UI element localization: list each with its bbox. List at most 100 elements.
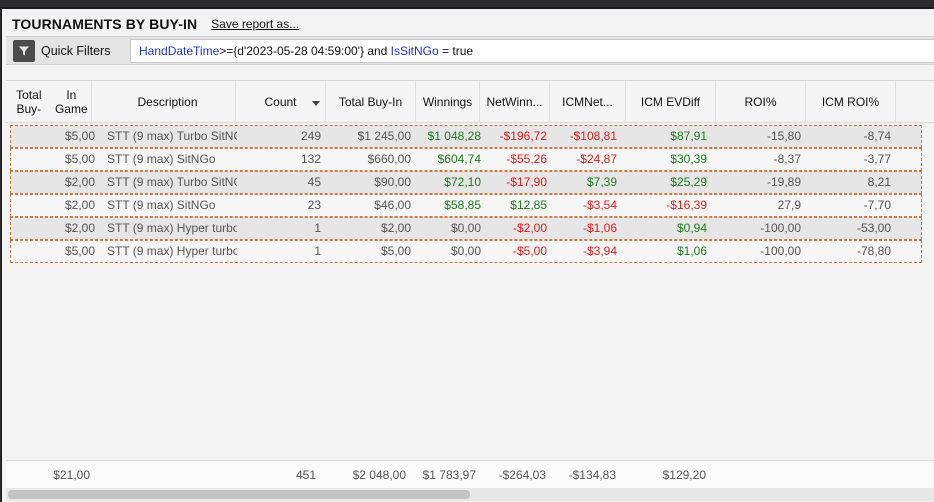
count-cell: 1 bbox=[314, 221, 321, 235]
col-total-buyin-game-header-line: In Game bbox=[54, 88, 88, 116]
col-icm-net-header-line: Net... bbox=[584, 95, 613, 109]
roi-cell: -100,00 bbox=[760, 244, 801, 258]
col-winnings-header-line: Winnin bbox=[422, 95, 460, 109]
roi-cell: 27,9 bbox=[777, 198, 801, 212]
count-cell: 1 bbox=[314, 244, 321, 258]
table-row[interactable]: $2,00 STT (9 max) Hyper turbo 1 $2,00 $0,00 -… bbox=[10, 217, 922, 240]
total-total-buyin-cell: $2 048,00 bbox=[352, 468, 406, 482]
icm-roi-cell: -78,80 bbox=[856, 244, 891, 258]
icm-ev-diff-cell: $30,39 bbox=[670, 152, 707, 166]
net-winnings-cell: $12,85 bbox=[510, 198, 547, 212]
total-count-cell: 451 bbox=[295, 468, 316, 482]
col-total-buyin-game-header-line: Total Buy- bbox=[16, 88, 42, 116]
query-keyword: HandDateTime bbox=[139, 44, 220, 58]
winnings-cell: $58,85 bbox=[444, 198, 481, 212]
icm-roi-cell: -53,00 bbox=[856, 221, 891, 235]
icm-roi-cell: 8,21 bbox=[867, 175, 891, 189]
icm-roi-cell: -8,74 bbox=[863, 129, 891, 143]
col-total-buyin-header[interactable]: Total Buy- In bbox=[326, 81, 416, 123]
col-roi-header-line: ROI% bbox=[744, 95, 777, 109]
icm-net-cell: -$3,54 bbox=[582, 198, 617, 212]
total-icm-net-cell: -$134,83 bbox=[568, 468, 616, 482]
col-total-buyin-header-line: Total Buy- bbox=[338, 95, 393, 109]
query-text: >={d'2023-05-28 04:59:00'} and bbox=[219, 44, 391, 58]
col-icm-ev-diff-header[interactable]: ICM EV Diff bbox=[626, 81, 716, 123]
description-cell: STT (9 max) SitNGo bbox=[107, 198, 216, 212]
total-net-cell: -$264,03 bbox=[498, 468, 546, 482]
quick-filters-bar: Quick Filters HandDateTime>={d'2023-05-2… bbox=[6, 36, 934, 65]
count-cell: 45 bbox=[307, 175, 321, 189]
total-buyin-cell: $660,00 bbox=[367, 152, 411, 166]
total-buyin-cell: $46,00 bbox=[374, 198, 411, 212]
net-winnings-cell: -$196,72 bbox=[499, 129, 547, 143]
icm-net-cell: -$3,94 bbox=[582, 244, 617, 258]
col-total-buyin-game-header[interactable]: Total Buy- In Game bbox=[6, 81, 92, 123]
icm-ev-diff-cell: $87,91 bbox=[670, 129, 707, 143]
roi-cell: -8,37 bbox=[773, 152, 801, 166]
description-cell: STT (9 max) Hyper turbo bbox=[107, 244, 237, 258]
col-total-buyin-header-line: In bbox=[392, 95, 403, 109]
col-icm-ev-diff-header-line: Diff bbox=[682, 95, 701, 109]
icm-net-cell: -$24,87 bbox=[576, 152, 617, 166]
scrollbar-thumb[interactable] bbox=[8, 490, 470, 499]
report-header: TOURNAMENTS BY BUY-IN Save report as... bbox=[12, 14, 299, 34]
query-text: = true bbox=[438, 44, 474, 58]
filter-query-input[interactable]: HandDateTime>={d'2023-05-28 04:59:00'} a… bbox=[130, 39, 934, 63]
buyin-game-cell: $2,00 bbox=[64, 198, 95, 212]
total-buyin-cell: $5,00 bbox=[380, 244, 411, 258]
funnel-icon-glyph bbox=[19, 46, 29, 56]
roi-cell: -15,80 bbox=[766, 129, 801, 143]
icm-ev-diff-cell: $0,94 bbox=[676, 221, 707, 235]
col-count-header-line: Count bbox=[264, 95, 297, 109]
icm-net-cell: -$1,06 bbox=[582, 221, 617, 235]
description-cell: STT (9 max) SitNGo bbox=[107, 152, 216, 166]
buyin-game-cell: $2,00 bbox=[64, 221, 95, 235]
quick-filters-label: Quick Filters bbox=[41, 44, 111, 58]
table-row[interactable]: $5,00 STT (9 max) Hyper turbo 1 $5,00 $0,00 -… bbox=[10, 240, 922, 263]
total-buyin-cell: $2,00 bbox=[380, 221, 411, 235]
sort-desc-icon[interactable] bbox=[312, 101, 320, 106]
roi-cell: -19,89 bbox=[766, 175, 801, 189]
total-winnings-cell: $1 783,97 bbox=[422, 468, 476, 482]
save-report-link[interactable]: Save report as... bbox=[211, 17, 299, 31]
roi-cell: -100,00 bbox=[760, 221, 801, 235]
icm-ev-diff-cell: $1,06 bbox=[676, 244, 707, 258]
winnings-cell: $0,00 bbox=[450, 221, 481, 235]
totals-row: $21,00 451 $2 048,00 $1 783,97 -$264,03 -$134… bbox=[6, 460, 934, 488]
table-row[interactable]: $2,00 STT (9 max) SitNGo 23 $46,00 $58,85 $12… bbox=[10, 194, 922, 217]
table-row[interactable]: $5,00 STT (9 max) SitNGo 132 $660,00 $604,74… bbox=[10, 148, 922, 171]
report-title: TOURNAMENTS BY BUY-IN bbox=[12, 16, 198, 32]
icm-ev-diff-cell: -$16,39 bbox=[666, 198, 707, 212]
net-winnings-cell: -$55,26 bbox=[506, 152, 547, 166]
col-description-header[interactable]: Description bbox=[100, 81, 236, 123]
col-roi-header[interactable]: ROI% bbox=[716, 81, 806, 123]
col-net-winnings-header-line: Net bbox=[486, 95, 506, 109]
icm-ev-diff-cell: $25,29 bbox=[670, 175, 707, 189]
count-cell: 249 bbox=[300, 129, 321, 143]
total-buyin-cell: $1 245,00 bbox=[357, 129, 411, 143]
table-row[interactable]: $5,00 STT (9 max) Turbo SitNGo 249 $1 245,0… bbox=[10, 125, 922, 148]
total-buyin-game-cell: $21,00 bbox=[53, 468, 90, 482]
col-net-winnings-header[interactable]: Net Winn... bbox=[480, 81, 550, 123]
total-buyin-cell: $90,00 bbox=[374, 175, 411, 189]
col-count-header[interactable]: Count bbox=[236, 81, 326, 123]
col-icm-roi-header[interactable]: ICM ROI% bbox=[806, 81, 896, 123]
description-cell: STT (9 max) Turbo SitNGo bbox=[107, 129, 237, 143]
horizontal-scrollbar[interactable] bbox=[6, 488, 934, 501]
col-net-winnings-header-line: Winn... bbox=[505, 95, 543, 109]
col-winnings-header[interactable]: Winnin gs bbox=[416, 81, 480, 123]
col-icm-net-header[interactable]: ICM Net... bbox=[550, 81, 626, 123]
table-row[interactable]: $2,00 STT (9 max) Turbo SitNGo 45 $90,00 $72… bbox=[10, 171, 922, 194]
net-winnings-cell: -$17,90 bbox=[506, 175, 547, 189]
icm-roi-cell: -3,77 bbox=[863, 152, 891, 166]
col-winnings-header-line: gs bbox=[459, 95, 473, 109]
funnel-icon[interactable] bbox=[13, 40, 35, 62]
col-description-header-line: Description bbox=[137, 95, 198, 109]
count-cell: 132 bbox=[300, 152, 321, 166]
query-keyword: IsSitNGo bbox=[390, 44, 439, 58]
winnings-cell: $0,00 bbox=[450, 244, 481, 258]
buyin-game-cell: $5,00 bbox=[64, 152, 95, 166]
col-icm-ev-diff-header-line: ICM EV bbox=[640, 95, 683, 109]
icm-net-cell: $7,39 bbox=[586, 175, 617, 189]
icm-net-cell: -$108,81 bbox=[569, 129, 617, 143]
